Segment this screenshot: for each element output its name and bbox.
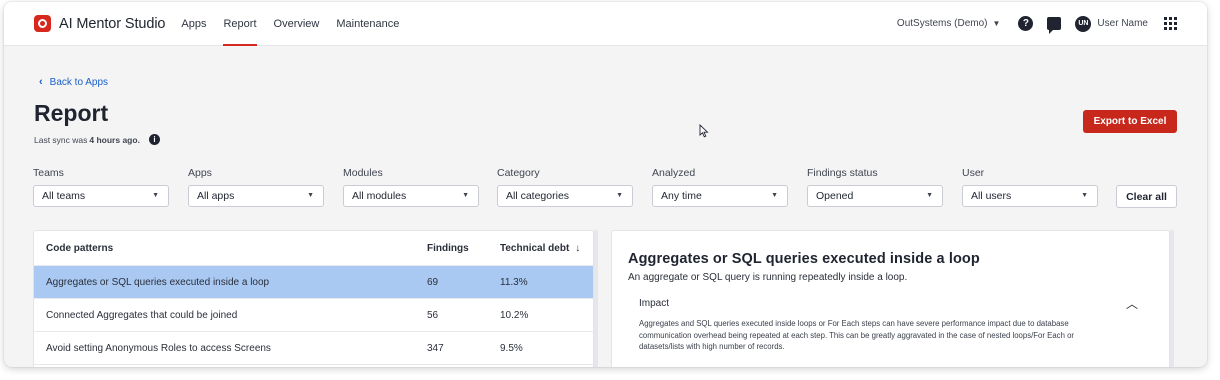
select-value: Any time xyxy=(661,190,702,202)
nav-item-maintenance[interactable]: Maintenance xyxy=(336,2,399,46)
impact-section-label[interactable]: Impact xyxy=(639,298,669,309)
detail-subtitle: An aggregate or SQL query is running rep… xyxy=(628,272,908,283)
impact-line: datasets/lists with high number of recor… xyxy=(639,342,785,351)
chevron-left-icon: ‹ xyxy=(39,76,43,88)
select-value: Opened xyxy=(816,190,854,202)
modules-select[interactable]: All modules ▼ xyxy=(343,185,479,207)
avatar[interactable]: UN xyxy=(1075,15,1092,32)
table-row[interactable]: Avoid setting Anonymous Roles to access … xyxy=(34,332,593,365)
caret-down-icon: ▼ xyxy=(992,19,1001,28)
column-header-code-patterns[interactable]: Code patterns xyxy=(46,243,113,254)
analyzed-select[interactable]: Any time ▼ xyxy=(652,185,788,207)
cell-pattern: Avoid setting Anonymous Roles to access … xyxy=(46,342,271,354)
select-value: All users xyxy=(971,190,1012,202)
clear-all-button[interactable]: Clear all xyxy=(1116,185,1177,208)
category-select[interactable]: All categories ▼ xyxy=(497,185,633,207)
export-to-excel-button[interactable]: Export to Excel xyxy=(1083,110,1177,133)
cell-findings: 56 xyxy=(427,309,439,321)
brand-logo-icon[interactable] xyxy=(34,15,51,32)
impact-line: Aggregates and SQL queries executed insi… xyxy=(639,319,1069,328)
info-icon[interactable]: i xyxy=(148,134,160,145)
top-nav: AI Mentor Studio Apps Report Overview Ma… xyxy=(4,2,1207,46)
detail-scrollbar[interactable] xyxy=(1170,230,1174,367)
user-name[interactable]: User Name xyxy=(1097,18,1148,29)
filter-category: Category All categories ▼ xyxy=(497,167,633,207)
cell-debt: 10.2% xyxy=(500,309,529,321)
sync-value: 4 hours ago. xyxy=(89,134,140,145)
filter-label: Modules xyxy=(343,167,383,179)
filter-analyzed: Analyzed Any time ▼ xyxy=(652,167,788,207)
select-value: All modules xyxy=(352,190,407,202)
filter-label: Category xyxy=(497,167,540,179)
chevron-down-icon: ▼ xyxy=(462,192,469,199)
select-value: All apps xyxy=(197,190,235,202)
filter-label: Analyzed xyxy=(652,167,696,179)
filter-label: User xyxy=(962,167,985,179)
cell-findings: 69 xyxy=(427,276,439,288)
chevron-down-icon: ▼ xyxy=(616,192,623,199)
select-value: All categories xyxy=(506,190,570,202)
findings-status-select[interactable]: Opened ▼ xyxy=(807,185,943,207)
cell-debt: 11.3% xyxy=(500,276,528,288)
filter-label: Teams xyxy=(33,167,64,179)
table-header-row: Code patterns Findings Technical debt ↓ xyxy=(34,231,593,266)
impact-description: Aggregates and SQL queries executed insi… xyxy=(639,318,1149,353)
cell-debt: 9.5% xyxy=(500,342,523,354)
sort-desc-icon: ↓ xyxy=(575,242,581,254)
mouse-pointer-icon xyxy=(699,124,709,138)
filter-findings-status: Findings status Opened ▼ xyxy=(807,167,943,207)
nav-item-overview[interactable]: Overview xyxy=(274,2,320,46)
page-title: Report xyxy=(34,100,109,126)
chevron-down-icon: ▼ xyxy=(926,192,933,199)
user-select[interactable]: All users ▼ xyxy=(962,185,1098,207)
back-to-apps-link[interactable]: ‹ Back to Apps xyxy=(39,76,108,88)
impact-line: communication overhead being repeated at… xyxy=(639,330,1075,340)
chevron-down-icon: ▼ xyxy=(307,192,314,199)
tenant-label: OutSystems (Demo) xyxy=(896,18,988,29)
detail-title: Aggregates or SQL queries executed insid… xyxy=(628,251,980,267)
cell-pattern: Connected Aggregates that could be joine… xyxy=(46,309,238,321)
back-link-label: Back to Apps xyxy=(49,76,109,88)
cell-findings: 347 xyxy=(427,342,444,354)
pattern-detail-panel: Aggregates or SQL queries executed insid… xyxy=(611,230,1170,367)
filter-label: Apps xyxy=(188,167,212,179)
help-icon[interactable]: ? xyxy=(1018,16,1034,31)
apps-select[interactable]: All apps ▼ xyxy=(188,185,324,207)
brand-name[interactable]: AI Mentor Studio xyxy=(59,16,166,32)
last-sync-info: Last sync was 4 hours ago. i xyxy=(34,134,160,145)
column-header-label: Technical debt xyxy=(500,242,570,254)
nav-item-report[interactable]: Report xyxy=(223,2,257,46)
chevron-down-icon: ▼ xyxy=(1081,192,1088,199)
column-header-findings[interactable]: Findings xyxy=(427,243,469,254)
nav-item-apps[interactable]: Apps xyxy=(181,2,206,46)
topbar-actions: OutSystems (Demo) ▼ ? UN User Name xyxy=(897,15,1177,34)
column-header-technical-debt[interactable]: Technical debt ↓ xyxy=(500,243,580,254)
table-row[interactable]: Connected Aggregates that could be joine… xyxy=(34,299,593,332)
chevron-down-icon: ▼ xyxy=(771,192,778,199)
chat-icon[interactable] xyxy=(1047,17,1062,34)
filter-label: Findings status xyxy=(807,167,878,179)
code-patterns-table: Code patterns Findings Technical debt ↓ … xyxy=(33,230,594,367)
chevron-down-icon: ▼ xyxy=(152,192,159,199)
select-value: All teams xyxy=(42,190,86,202)
teams-select[interactable]: All teams ▼ xyxy=(33,185,169,207)
tenant-selector[interactable]: OutSystems (Demo) ▼ xyxy=(897,18,1001,29)
app-grid-icon[interactable] xyxy=(1164,17,1177,30)
table-scrollbar[interactable] xyxy=(594,230,598,367)
sync-prefix: Last sync was xyxy=(34,134,88,145)
filter-teams: Teams All teams ▼ xyxy=(33,167,169,207)
table-row[interactable]: Aggregates or SQL queries executed insid… xyxy=(34,266,593,299)
filter-user: User All users ▼ xyxy=(962,167,1098,207)
app-window: AI Mentor Studio Apps Report Overview Ma… xyxy=(4,2,1207,367)
filter-apps: Apps All apps ▼ xyxy=(188,167,324,207)
cell-pattern: Aggregates or SQL queries executed insid… xyxy=(46,276,270,288)
chevron-up-icon[interactable]: ︿ xyxy=(1126,295,1138,312)
filter-modules: Modules All modules ▼ xyxy=(343,167,479,207)
